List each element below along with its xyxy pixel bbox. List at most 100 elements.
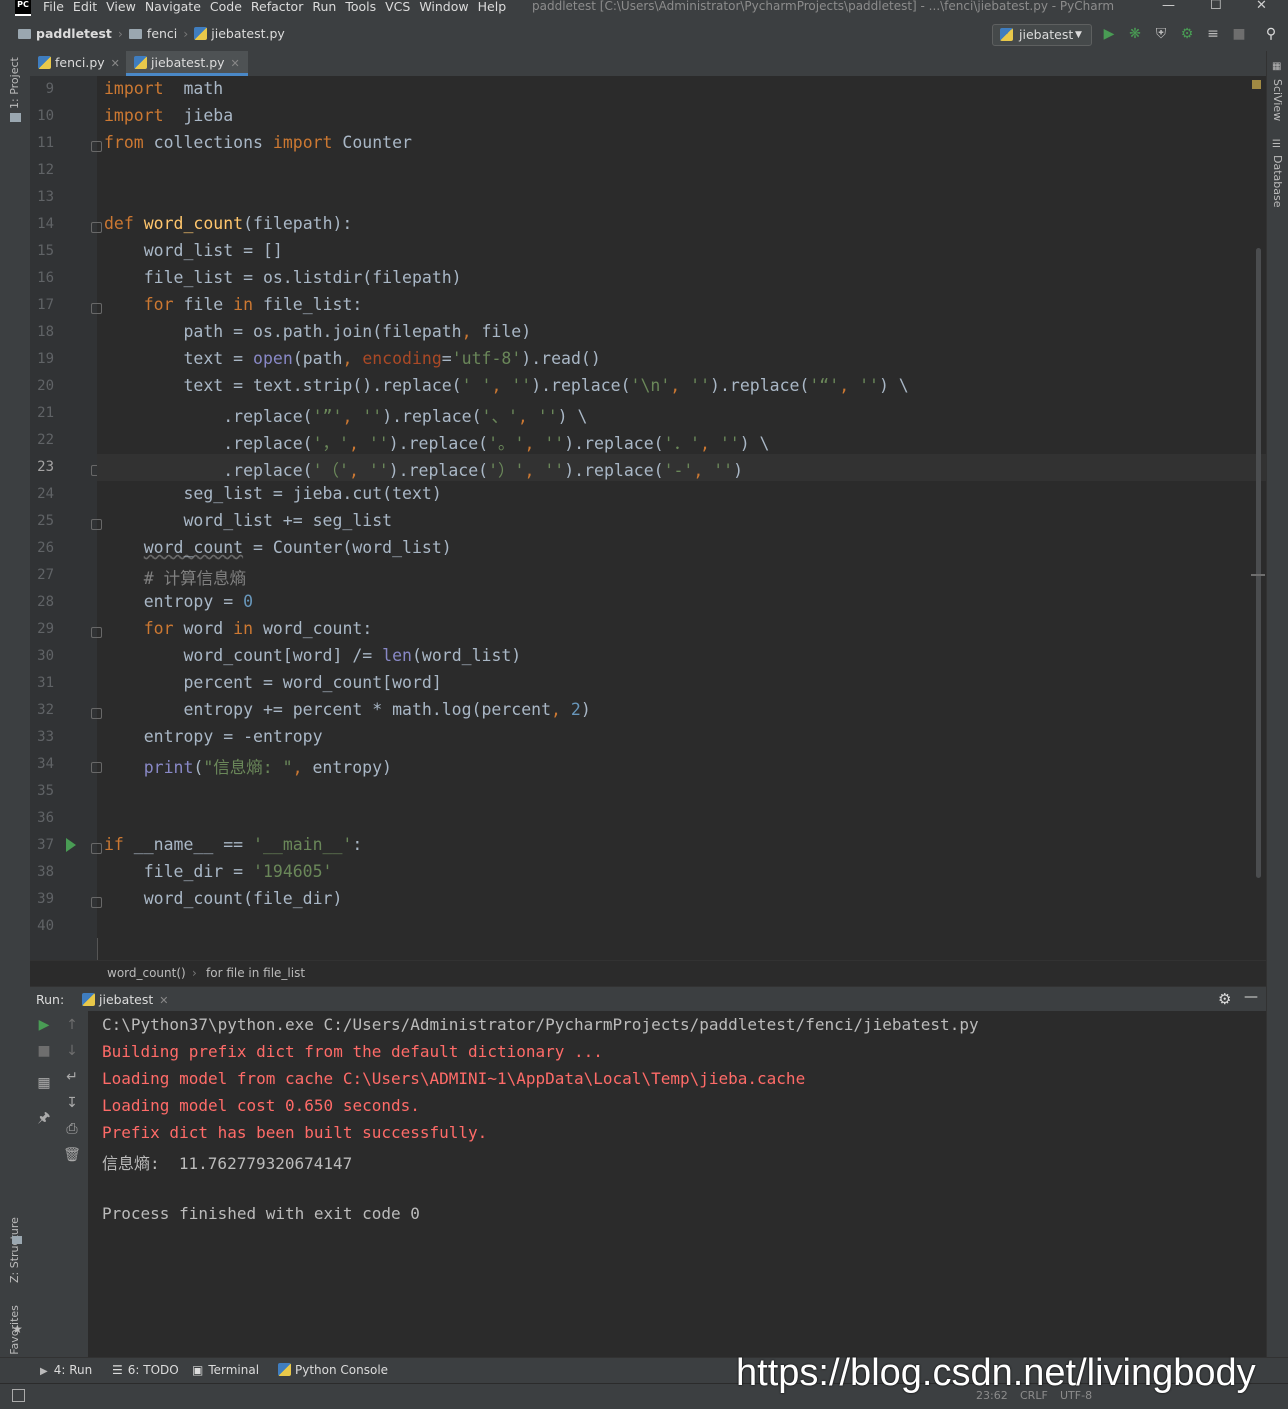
- stop-icon[interactable]: ■: [34, 1043, 54, 1063]
- restore-layout-icon[interactable]: ▦: [34, 1075, 54, 1095]
- code-token: word: [173, 619, 234, 638]
- settings-gear-icon[interactable]: ⚙: [1218, 990, 1231, 1008]
- menu-tools[interactable]: Tools: [345, 0, 376, 14]
- editor-scrollbar[interactable]: [1256, 248, 1261, 878]
- debug-icon[interactable]: ❋: [1126, 25, 1144, 43]
- terminal-tool-tab[interactable]: ▣ Terminal: [192, 1363, 259, 1377]
- console-line: Prefix dict has been built successfully.: [102, 1123, 488, 1142]
- inspection-status-icon[interactable]: [1252, 80, 1261, 89]
- menu-window[interactable]: Window: [419, 0, 468, 14]
- python-console-tool-tab[interactable]: Python Console: [278, 1363, 388, 1377]
- code-token: ).replace(: [564, 434, 664, 453]
- code-token: file_list = os.listdir(filepath): [104, 268, 462, 287]
- fold-marker-icon[interactable]: [91, 222, 102, 233]
- line-number: 36: [37, 810, 54, 826]
- breadcrumb-loop[interactable]: for file in file_list: [206, 966, 305, 980]
- run-console-output[interactable]: C:\Python37\python.exe C:/Users/Administ…: [88, 1011, 1266, 1357]
- code-token: '、': [481, 407, 518, 426]
- menu-file[interactable]: File: [43, 0, 64, 14]
- profile-icon[interactable]: ⚙: [1178, 25, 1196, 43]
- crumb-file[interactable]: jiebatest.py: [211, 26, 285, 41]
- coverage-icon[interactable]: ⛨: [1152, 25, 1170, 43]
- rerun-icon[interactable]: ▶: [34, 1017, 54, 1037]
- right-tool-strip: ▦ SciView ☰ Database: [1266, 51, 1288, 1357]
- hide-panel-icon[interactable]: —: [1244, 989, 1258, 1005]
- run-gutter-icon[interactable]: [66, 838, 76, 852]
- scroll-down-icon[interactable]: ↓: [62, 1043, 82, 1063]
- run-icon[interactable]: ▶: [1100, 25, 1118, 43]
- python-file-icon: [1000, 28, 1013, 41]
- code-token: file_list:: [253, 295, 363, 314]
- fold-marker-icon[interactable]: [91, 303, 102, 314]
- code-token: file): [471, 322, 532, 341]
- pin-icon[interactable]: 🖈: [34, 1107, 54, 1127]
- fold-marker-icon[interactable]: [91, 519, 102, 530]
- run-config-select[interactable]: jiebatest ▼: [992, 24, 1092, 46]
- code-token: ) \: [878, 376, 909, 395]
- fold-marker-icon[interactable]: [91, 627, 102, 638]
- code-token: '': [719, 434, 740, 453]
- line-number: 28: [37, 594, 54, 610]
- code-editor[interactable]: 9 10 11 12 13 14 15 16 17 18 19 20 21 22 23 24 25 26 27 28 2…: [30, 76, 1266, 960]
- search-icon[interactable]: ⚲: [1262, 25, 1280, 43]
- run-tab-jiebatest[interactable]: jiebatest ✕: [82, 992, 168, 1007]
- code-token: file_dir =: [104, 862, 254, 881]
- close-window-icon[interactable]: ✕: [1256, 0, 1267, 13]
- menu-code[interactable]: Code: [210, 0, 242, 14]
- python-file-icon: [82, 993, 95, 1006]
- scroll-to-end-icon[interactable]: ↧: [62, 1095, 82, 1115]
- code-token: '194605': [253, 862, 333, 881]
- code-token: ,: [349, 461, 359, 480]
- crumb-project[interactable]: paddletest: [36, 26, 112, 41]
- menu-navigate[interactable]: Navigate: [145, 0, 201, 14]
- structure-tool-tab[interactable]: Z: Structure: [8, 1217, 21, 1283]
- concurrency-icon[interactable]: ≡: [1204, 25, 1222, 43]
- breadcrumb-function[interactable]: word_count(): [107, 966, 186, 980]
- toggle-toolwindows-icon[interactable]: [12, 1389, 25, 1402]
- menu-vcs[interactable]: VCS: [385, 0, 410, 14]
- code-token: entropy = -entropy: [104, 727, 323, 746]
- scroll-up-icon[interactable]: ↑: [62, 1017, 82, 1037]
- project-tool-tab[interactable]: 1: Project: [8, 57, 21, 109]
- tab-jiebatest-py[interactable]: jiebatest.py ✕: [126, 51, 248, 76]
- soft-wrap-icon[interactable]: ↵: [62, 1069, 82, 1089]
- line-number: 25: [37, 513, 54, 529]
- fold-marker-icon[interactable]: [91, 708, 102, 719]
- code-token: word_count: [143, 214, 244, 233]
- maximize-icon[interactable]: ☐: [1210, 0, 1222, 13]
- fold-marker-icon[interactable]: [91, 843, 102, 854]
- run-tool-tab[interactable]: ▶ 4: Run: [40, 1363, 92, 1377]
- code-token: '”': [312, 407, 343, 426]
- fold-marker-icon[interactable]: [91, 897, 102, 908]
- todo-tool-tab[interactable]: ☰ 6: TODO: [112, 1363, 179, 1377]
- trash-icon[interactable]: 🗑: [62, 1147, 82, 1167]
- close-tab-icon[interactable]: ✕: [159, 994, 168, 1007]
- line-number: 22: [37, 432, 54, 448]
- code-token: ): [733, 461, 744, 480]
- sciview-tool-tab[interactable]: SciView: [1271, 79, 1284, 121]
- code-token: len: [382, 646, 412, 665]
- tab-fenci-py[interactable]: fenci.py ✕: [30, 51, 128, 76]
- close-tab-icon[interactable]: ✕: [111, 57, 120, 70]
- menu-run[interactable]: Run: [312, 0, 336, 14]
- menu-edit[interactable]: Edit: [73, 0, 97, 14]
- fold-marker-icon[interactable]: [91, 141, 102, 152]
- fold-marker-icon[interactable]: [91, 762, 102, 773]
- line-number: 17: [37, 297, 54, 313]
- minimize-icon[interactable]: —: [1162, 0, 1175, 13]
- stop-icon[interactable]: ■: [1230, 25, 1248, 43]
- menu-help[interactable]: Help: [478, 0, 507, 14]
- close-tab-icon[interactable]: ✕: [231, 57, 240, 70]
- print-icon[interactable]: ⎙: [62, 1121, 82, 1141]
- database-tool-tab[interactable]: Database: [1271, 155, 1284, 208]
- crumb-folder[interactable]: fenci: [147, 26, 177, 41]
- code-token: ).replace(: [382, 407, 482, 426]
- tab-label: fenci.py: [55, 55, 105, 70]
- menu-view[interactable]: View: [106, 0, 136, 14]
- line-number: 26: [37, 540, 54, 556]
- menu-refactor[interactable]: Refactor: [251, 0, 303, 14]
